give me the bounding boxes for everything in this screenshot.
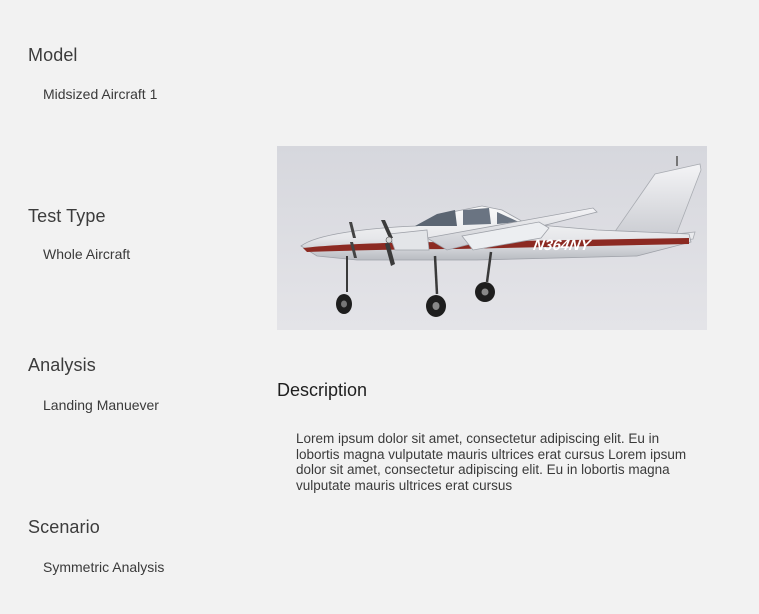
model-value: Midsized Aircraft 1 — [43, 86, 158, 102]
scenario-label: Scenario — [28, 517, 100, 537]
aircraft-image: N364NY — [277, 146, 707, 330]
description-text: Lorem ipsum dolor sit amet, consectetur … — [296, 431, 687, 493]
analysis-value: Landing Manuever — [43, 397, 159, 413]
model-label: Model — [28, 45, 78, 65]
registration-marking: N364NY — [532, 237, 594, 254]
description-heading: Description — [277, 380, 368, 400]
test-type-label: Test Type — [28, 206, 106, 226]
test-type-value: Whole Aircraft — [43, 246, 131, 262]
analysis-label: Analysis — [28, 355, 96, 375]
scenario-value: Symmetric Analysis — [43, 559, 165, 575]
twin-engine-aircraft-photo: N364NY — [277, 146, 707, 330]
